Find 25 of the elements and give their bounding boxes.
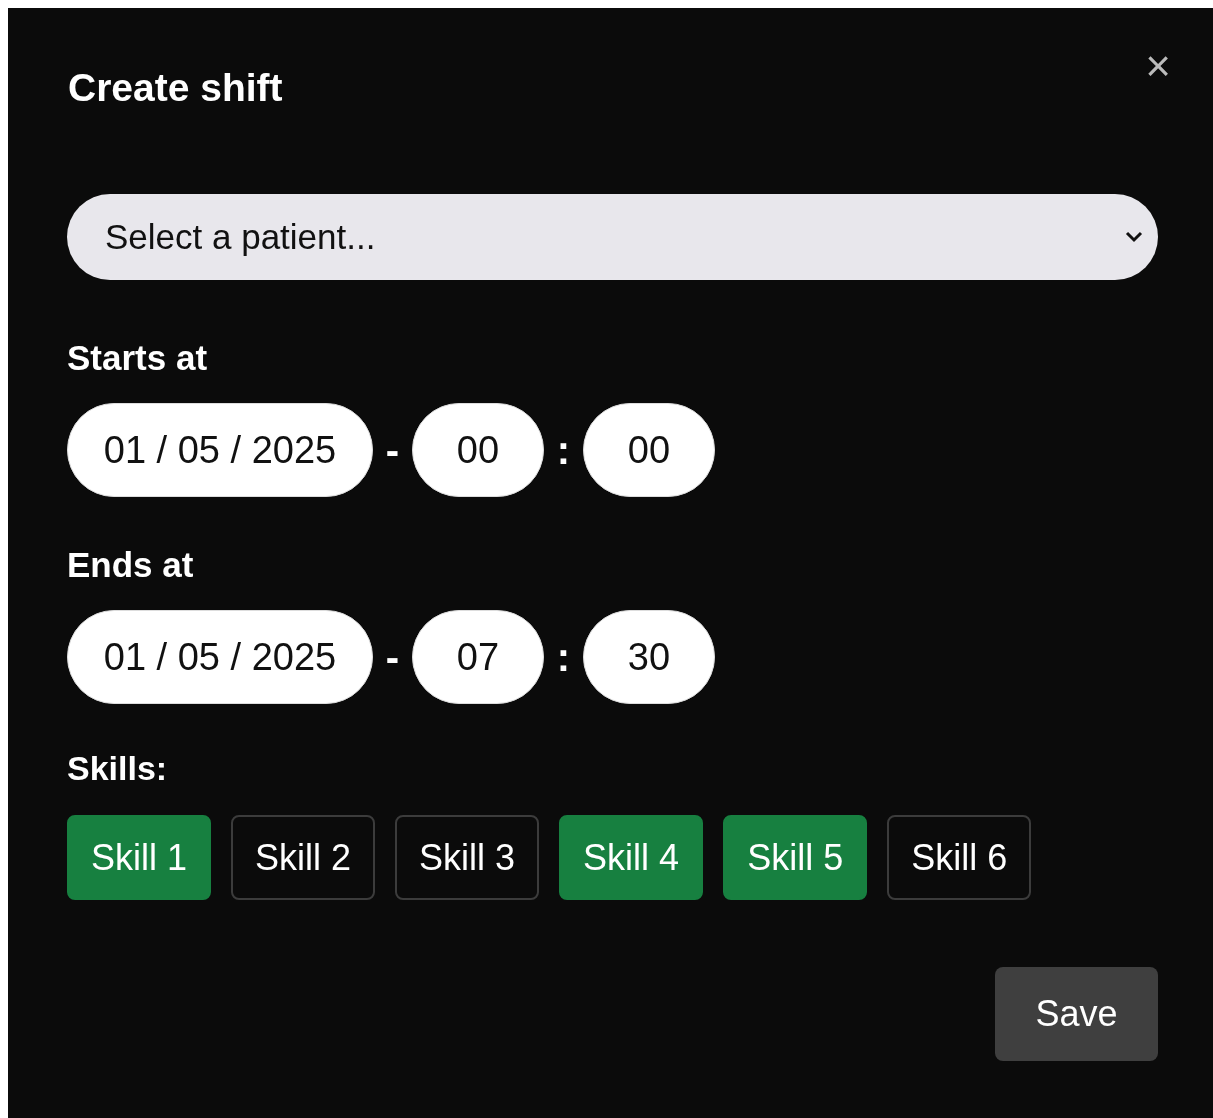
skills-label: Skills: [67,748,169,789]
skill-chip[interactable]: Skill 2 [231,815,376,900]
colon-separator: : [555,634,572,681]
starts-at-label: Starts at [67,337,209,379]
date-field[interactable]: 01 / 05 / 2025 [67,403,373,497]
save-button[interactable]: Save [995,967,1158,1061]
patient-select[interactable]: Select a patient... [67,194,1158,280]
minute-field[interactable]: 00 [583,403,715,497]
dash-separator: - [384,427,401,474]
dash-separator: - [384,634,401,681]
ends-at-label: Ends at [67,544,195,586]
skill-chip[interactable]: Skill 1 [67,815,212,900]
colon-separator: : [555,427,572,474]
dialog-title: Create shift [68,65,283,111]
hour-field[interactable]: 00 [412,403,544,497]
skill-chip[interactable]: Skill 4 [559,815,704,900]
hour-field[interactable]: 07 [412,610,544,704]
skill-chip[interactable]: Skill 3 [395,815,540,900]
close-button[interactable]: × [1138,44,1178,88]
skill-chip[interactable]: Skill 5 [723,815,868,900]
chevron-down-icon [1124,231,1144,243]
skill-chip[interactable]: Skill 6 [887,815,1032,900]
select-placeholder: Select a patient... [105,215,376,258]
date-field[interactable]: 01 / 05 / 2025 [67,610,373,704]
minute-field[interactable]: 30 [583,610,715,704]
